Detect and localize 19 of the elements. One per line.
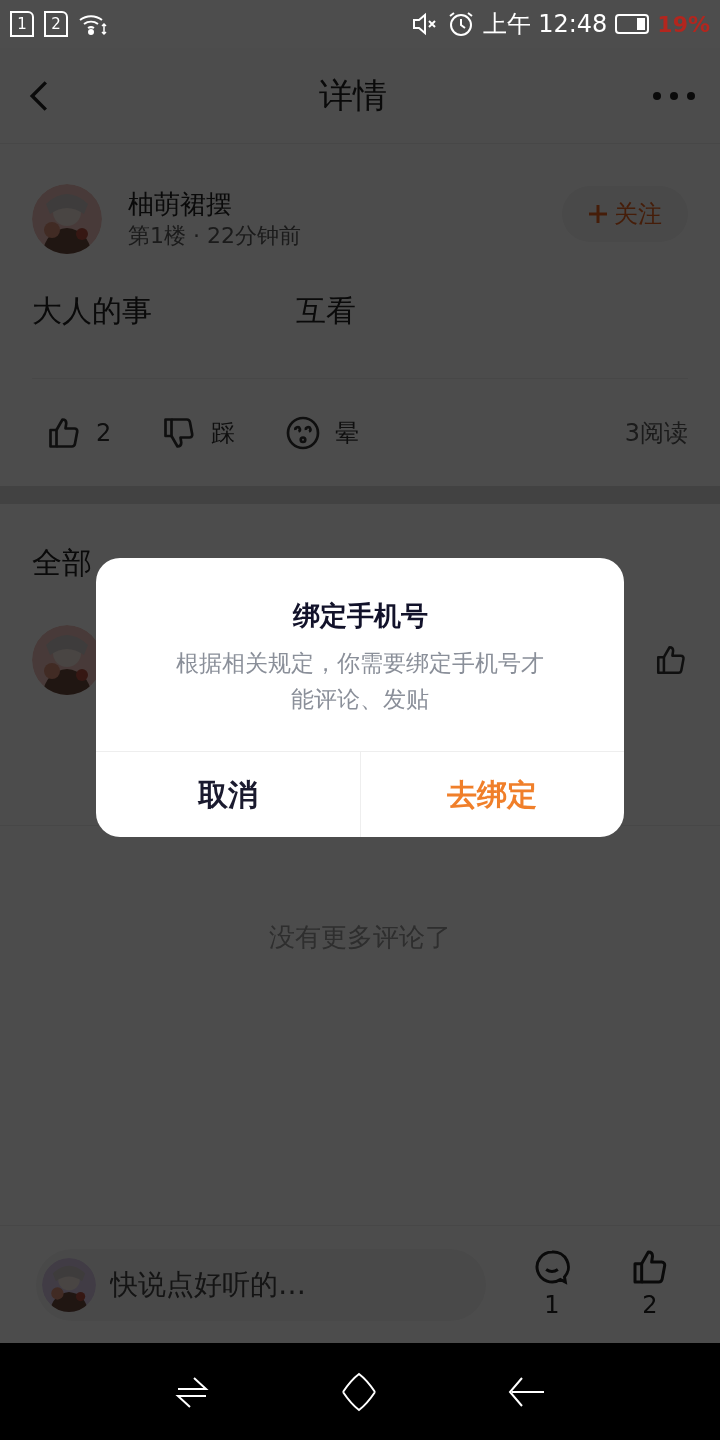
comment-count: 1: [544, 1289, 560, 1321]
like-count: 2: [642, 1289, 658, 1321]
clock-time: 上午 12:48: [482, 9, 608, 40]
post-text: 互看: [296, 292, 356, 330]
sim-card-icon: 1: [10, 11, 34, 37]
comments-heading: 全部: [32, 545, 92, 580]
battery-icon: [615, 14, 650, 34]
battery-percent: 19%: [657, 10, 710, 39]
cancel-button[interactable]: 取消: [96, 751, 360, 837]
dialog-message: 根据相关规定，你需要绑定手机号才能评论、发贴: [175, 648, 545, 714]
post-text: 大人的事: [32, 292, 152, 330]
home-icon[interactable]: [339, 1371, 379, 1412]
sim-card-icon: 2: [44, 11, 68, 37]
mute-icon: [410, 12, 439, 36]
page-title: 详情: [318, 74, 388, 117]
author-name: 柚萌裙摆: [128, 188, 233, 221]
wifi-icon: [78, 12, 108, 36]
dialog-title: 绑定手机号: [292, 599, 428, 633]
bind-button[interactable]: 去绑定: [359, 751, 624, 837]
